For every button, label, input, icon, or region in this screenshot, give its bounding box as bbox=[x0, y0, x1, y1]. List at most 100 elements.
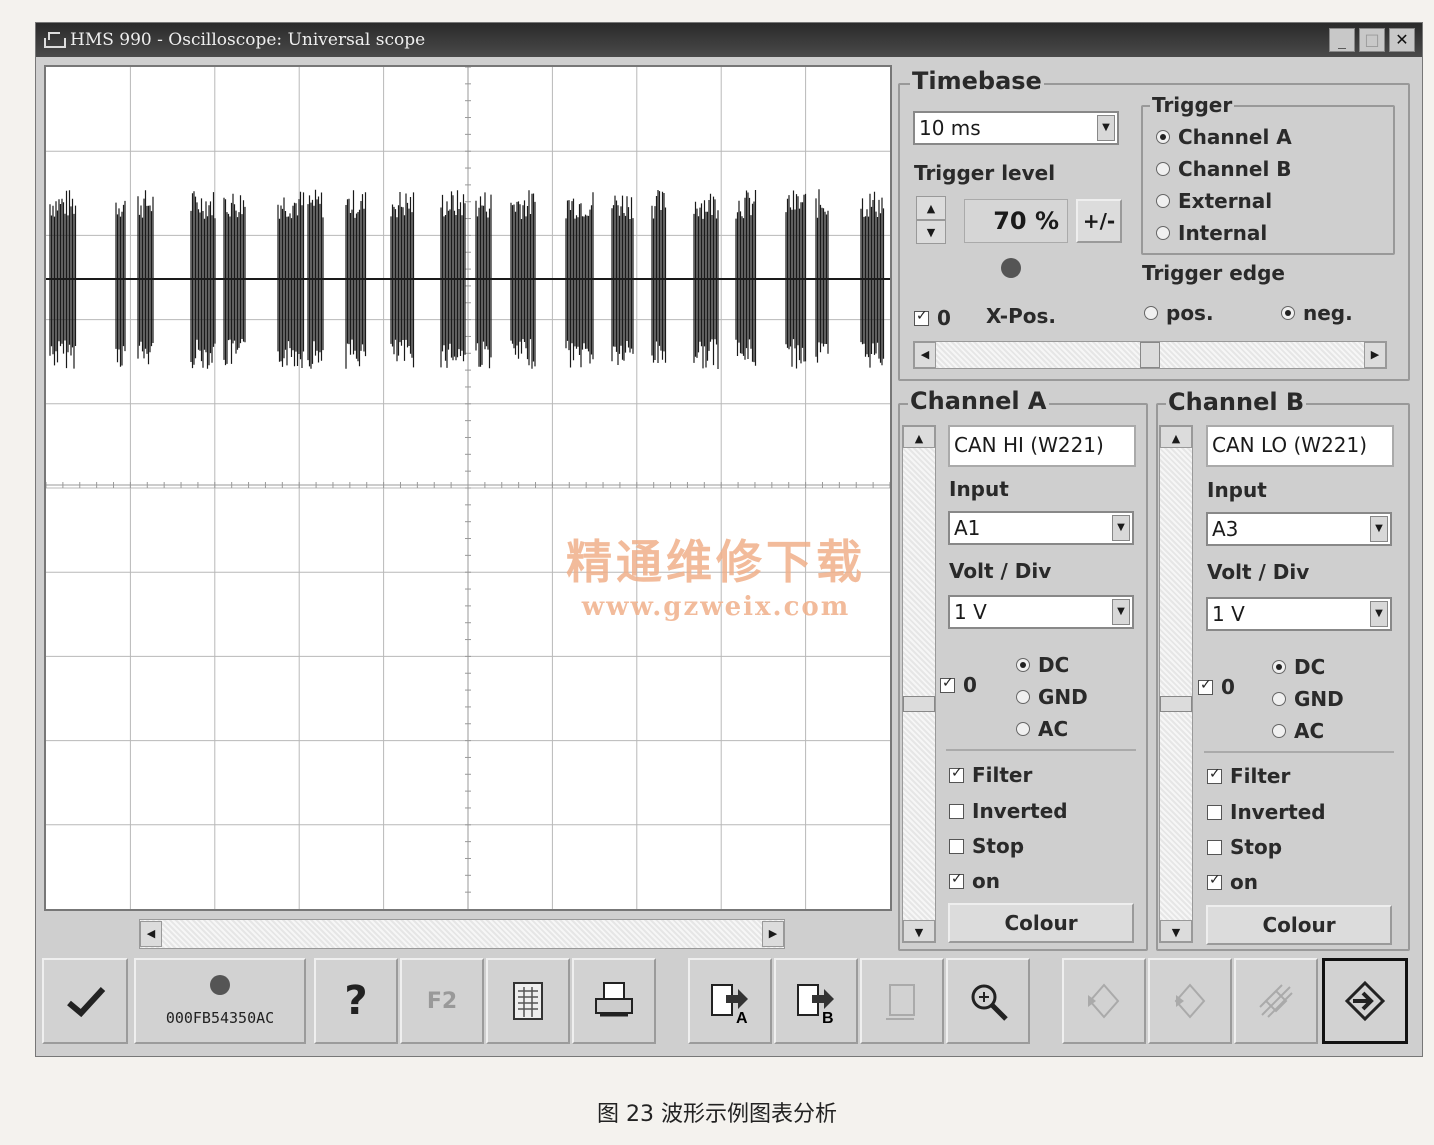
slider-right-icon[interactable]: ▶ bbox=[1364, 342, 1386, 368]
trace-burst bbox=[693, 193, 719, 369]
next-button[interactable] bbox=[1148, 958, 1232, 1044]
channel-a-zero-checkbox[interactable]: 0 bbox=[940, 673, 977, 697]
trigger-option-channel-b[interactable]: Channel B bbox=[1156, 157, 1292, 181]
trigger-edge-neg[interactable]: neg. bbox=[1281, 301, 1353, 325]
device-status-button[interactable]: 000FB54350AC bbox=[134, 958, 306, 1044]
channel-b-filter-checkbox[interactable]: Filter bbox=[1207, 764, 1290, 788]
chevron-down-icon[interactable]: ▼ bbox=[1097, 115, 1115, 141]
channel-b-offset-thumb[interactable] bbox=[1160, 696, 1192, 712]
option-label: 0 bbox=[1221, 675, 1235, 699]
channel-b-title: Channel B bbox=[1166, 388, 1307, 416]
export-channel-a-button[interactable]: A bbox=[688, 958, 772, 1044]
scope-horizontal-scrollbar[interactable]: ◀ ▶ bbox=[139, 919, 785, 949]
channel-a-volt-select[interactable]: 1 V ▼ bbox=[948, 595, 1134, 629]
option-label: pos. bbox=[1166, 301, 1214, 325]
radio-icon bbox=[1016, 690, 1030, 704]
channel-b-on-checkbox[interactable]: on bbox=[1207, 870, 1258, 894]
export-channel-b-button[interactable]: B bbox=[774, 958, 858, 1044]
channel-a-on-checkbox[interactable]: on bbox=[949, 869, 1000, 893]
channel-a-coupling-dc[interactable]: DC bbox=[1016, 653, 1069, 677]
scroll-down-icon[interactable]: ▼ bbox=[1160, 920, 1192, 942]
trigger-level-up-icon[interactable]: ▲ bbox=[916, 196, 946, 220]
channel-a-filter-checkbox[interactable]: Filter bbox=[949, 763, 1032, 787]
channel-b-coupling-gnd[interactable]: GND bbox=[1272, 687, 1344, 711]
channel-a-input-select[interactable]: A1 ▼ bbox=[948, 511, 1134, 545]
selected-value: A1 bbox=[954, 516, 981, 540]
slider-left-icon[interactable]: ◀ bbox=[914, 342, 936, 368]
chevron-down-icon[interactable]: ▼ bbox=[1112, 515, 1130, 541]
trigger-option-internal[interactable]: Internal bbox=[1156, 221, 1267, 245]
trigger-option-external[interactable]: External bbox=[1156, 189, 1272, 213]
scroll-up-icon[interactable]: ▲ bbox=[903, 426, 935, 448]
channel-a-colour-button[interactable]: Colour bbox=[948, 903, 1134, 943]
print-button[interactable] bbox=[572, 958, 656, 1044]
channel-b-colour-button[interactable]: Colour bbox=[1206, 905, 1392, 945]
help-button[interactable]: ? bbox=[314, 958, 398, 1044]
scroll-right-icon[interactable]: ▶ bbox=[762, 921, 784, 947]
chevron-down-icon[interactable]: ▼ bbox=[1370, 601, 1388, 627]
channel-a-coupling-ac[interactable]: AC bbox=[1016, 717, 1068, 741]
trigger-level-value: 70 % bbox=[964, 199, 1068, 243]
xpos-label: X-Pos. bbox=[986, 304, 1056, 328]
channel-b-input-select[interactable]: A3 ▼ bbox=[1206, 512, 1392, 546]
channel-b-name-field[interactable]: CAN LO (W221) bbox=[1206, 425, 1394, 467]
channel-b-zero-checkbox[interactable]: 0 bbox=[1198, 675, 1235, 699]
trace-burst bbox=[190, 191, 216, 369]
radio-icon bbox=[1144, 306, 1158, 320]
exit-button[interactable] bbox=[1322, 958, 1408, 1044]
close-button[interactable]: ✕ bbox=[1389, 28, 1415, 52]
chevron-down-icon[interactable]: ▼ bbox=[1370, 516, 1388, 542]
trigger-edge-pos[interactable]: pos. bbox=[1144, 301, 1214, 325]
plus-minus-button[interactable]: +/- bbox=[1076, 199, 1122, 243]
option-label: GND bbox=[1038, 685, 1088, 709]
blank-page-icon bbox=[886, 984, 915, 1020]
checkbox-icon bbox=[949, 871, 964, 889]
disabled-tool-button[interactable] bbox=[1234, 958, 1318, 1044]
trace-burst bbox=[137, 190, 154, 365]
confirm-button[interactable] bbox=[42, 958, 128, 1044]
channel-a-title: Channel A bbox=[908, 387, 1049, 415]
channel-a-export-icon: A bbox=[711, 984, 748, 1025]
channel-b-input-label: Input bbox=[1207, 478, 1267, 502]
channel-b-stop-checkbox[interactable]: Stop bbox=[1207, 835, 1282, 859]
option-label: External bbox=[1178, 189, 1273, 213]
trigger-option-channel-a[interactable]: Channel A bbox=[1156, 125, 1292, 149]
xpos-slider-thumb[interactable] bbox=[1140, 342, 1160, 368]
f2-button[interactable]: F2 bbox=[400, 958, 484, 1044]
svg-text:A: A bbox=[736, 1010, 748, 1025]
scope-display[interactable] bbox=[44, 65, 892, 911]
zoom-icon bbox=[971, 984, 1008, 1021]
channel-a-name-field[interactable]: CAN HI (W221) bbox=[948, 425, 1136, 467]
timebase-select[interactable]: 10 ms ▼ bbox=[913, 111, 1119, 145]
channel-b-volt-label: Volt / Div bbox=[1207, 560, 1310, 584]
scroll-left-icon[interactable]: ◀ bbox=[140, 921, 162, 947]
channel-a-stop-checkbox[interactable]: Stop bbox=[949, 834, 1024, 858]
chevron-down-icon[interactable]: ▼ bbox=[1112, 599, 1130, 625]
channel-a-inverted-checkbox[interactable]: Inverted bbox=[949, 799, 1068, 823]
zoom-button[interactable] bbox=[946, 958, 1030, 1044]
scroll-down-icon[interactable]: ▼ bbox=[903, 920, 935, 942]
xpos-slider[interactable]: ◀ ▶ bbox=[913, 341, 1387, 369]
channel-b-coupling-dc[interactable]: DC bbox=[1272, 655, 1325, 679]
channel-a-coupling-gnd[interactable]: GND bbox=[1016, 685, 1088, 709]
checkbox-icon bbox=[949, 765, 964, 783]
divider bbox=[1204, 751, 1394, 753]
xpos-checkbox[interactable]: 0 bbox=[914, 306, 951, 330]
channel-b-volt-select[interactable]: 1 V ▼ bbox=[1206, 597, 1392, 631]
blank-page-button[interactable] bbox=[860, 958, 944, 1044]
minimize-button[interactable]: _ bbox=[1329, 28, 1355, 52]
print-icon bbox=[595, 982, 633, 1017]
channel-a-offset-thumb[interactable] bbox=[903, 696, 935, 712]
channel-b-inverted-checkbox[interactable]: Inverted bbox=[1207, 800, 1326, 824]
maximize-button[interactable]: □ bbox=[1359, 28, 1385, 52]
option-label: AC bbox=[1294, 719, 1325, 743]
radio-icon bbox=[1156, 130, 1170, 144]
previous-button[interactable] bbox=[1062, 958, 1146, 1044]
checkbox-icon bbox=[949, 803, 964, 819]
scroll-up-icon[interactable]: ▲ bbox=[1160, 426, 1192, 448]
channel-b-coupling-ac[interactable]: AC bbox=[1272, 719, 1324, 743]
channel-b-offset-scrollbar[interactable]: ▲ ▼ bbox=[1159, 425, 1193, 943]
channel-a-offset-scrollbar[interactable]: ▲ ▼ bbox=[902, 425, 936, 943]
data-sheet-button[interactable] bbox=[486, 958, 570, 1044]
trigger-level-down-icon[interactable]: ▼ bbox=[916, 220, 946, 244]
